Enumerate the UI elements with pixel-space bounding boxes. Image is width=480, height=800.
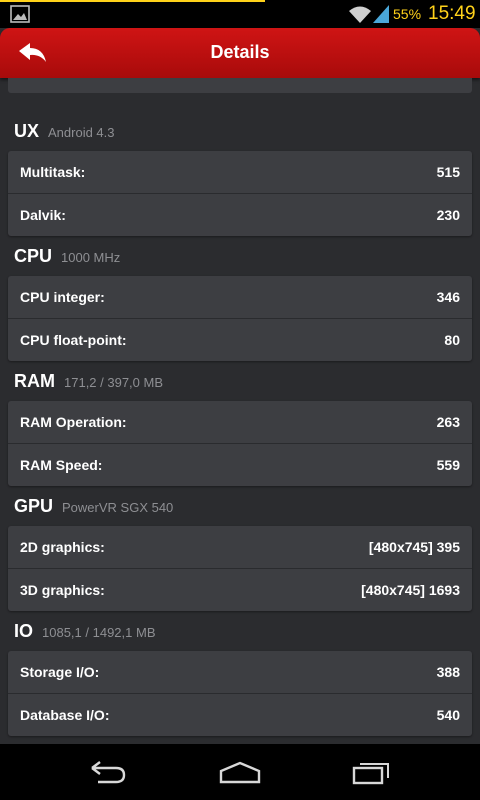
card-ux: Multitask: 515 Dalvik: 230	[8, 151, 472, 236]
row-value: 346	[436, 289, 460, 305]
section-header-cpu: CPU 1000 MHz	[14, 246, 120, 270]
list-item: Dalvik: 230	[8, 194, 472, 236]
section-subtitle: 171,2 / 397,0 MB	[64, 375, 164, 390]
row-value: 559	[436, 457, 460, 473]
section-title: UX	[14, 121, 40, 141]
section-header-ram: RAM 171,2 / 397,0 MB	[14, 371, 163, 395]
section-title: RAM	[14, 371, 55, 391]
row-value: 263	[436, 414, 460, 430]
list-item: RAM Operation: 263	[8, 401, 472, 443]
gallery-icon	[10, 5, 30, 23]
row-value: [480x745] 395	[368, 539, 460, 555]
list-item: Multitask: 515	[8, 151, 472, 193]
list-item: RAM Speed: 559	[8, 444, 472, 486]
status-bar: 55% 15:49	[0, 0, 480, 28]
card-gpu: 2D graphics: [480x745] 395 3D graphics: …	[8, 526, 472, 611]
row-label: RAM Speed:	[20, 457, 103, 473]
row-label: Storage I/O:	[20, 664, 100, 680]
card-io: Storage I/O: 388 Database I/O: 540	[8, 651, 472, 736]
wifi-icon	[349, 6, 371, 23]
row-value: 80	[444, 332, 460, 348]
list-item: Storage I/O: 388	[8, 651, 472, 693]
details-list[interactable]: UX Android 4.3 Multitask: 515 Dalvik: 23…	[0, 78, 480, 744]
list-item: 2D graphics: [480x745] 395	[8, 526, 472, 568]
section-header-ux: UX Android 4.3	[14, 121, 115, 145]
card-cpu: CPU integer: 346 CPU float-point: 80	[8, 276, 472, 361]
row-label: 3D graphics:	[20, 582, 105, 598]
section-subtitle: 1000 MHz	[61, 250, 121, 265]
row-value: 388	[436, 664, 460, 680]
signal-icon	[373, 5, 389, 23]
previous-card-stub	[8, 78, 472, 93]
list-item: Database I/O: 540	[8, 694, 472, 736]
section-title: IO	[14, 621, 34, 641]
back-icon[interactable]	[86, 758, 130, 786]
row-label: RAM Operation:	[20, 414, 127, 430]
battery-percent: 55%	[393, 6, 422, 22]
section-subtitle: Android 4.3	[48, 125, 115, 140]
list-item: CPU integer: 346	[8, 276, 472, 318]
row-value: [480x745] 1693	[361, 582, 460, 598]
row-label: Multitask:	[20, 164, 86, 180]
row-label: CPU float-point:	[20, 332, 127, 348]
section-title: CPU	[14, 246, 53, 266]
list-item: CPU float-point: 80	[8, 319, 472, 361]
list-item: 3D graphics: [480x745] 1693	[8, 569, 472, 611]
row-label: Dalvik:	[20, 207, 66, 223]
home-icon[interactable]	[218, 758, 262, 786]
section-subtitle: 1085,1 / 1492,1 MB	[42, 625, 156, 640]
section-header-io: IO 1085,1 / 1492,1 MB	[14, 621, 156, 645]
card-ram: RAM Operation: 263 RAM Speed: 559	[8, 401, 472, 486]
row-value: 540	[436, 707, 460, 723]
row-value: 515	[436, 164, 460, 180]
navigation-bar	[0, 744, 480, 800]
clock: 15:49	[428, 3, 476, 24]
app-header: Details	[0, 28, 480, 78]
status-accent-line	[0, 0, 265, 2]
recents-icon[interactable]	[350, 758, 394, 786]
section-title: GPU	[14, 496, 54, 516]
row-label: 2D graphics:	[20, 539, 105, 555]
section-subtitle: PowerVR SGX 540	[62, 500, 174, 515]
row-label: CPU integer:	[20, 289, 105, 305]
row-value: 230	[436, 207, 460, 223]
row-label: Database I/O:	[20, 707, 110, 723]
page-title: Details	[210, 42, 270, 62]
section-header-gpu: GPU PowerVR SGX 540	[14, 496, 173, 520]
